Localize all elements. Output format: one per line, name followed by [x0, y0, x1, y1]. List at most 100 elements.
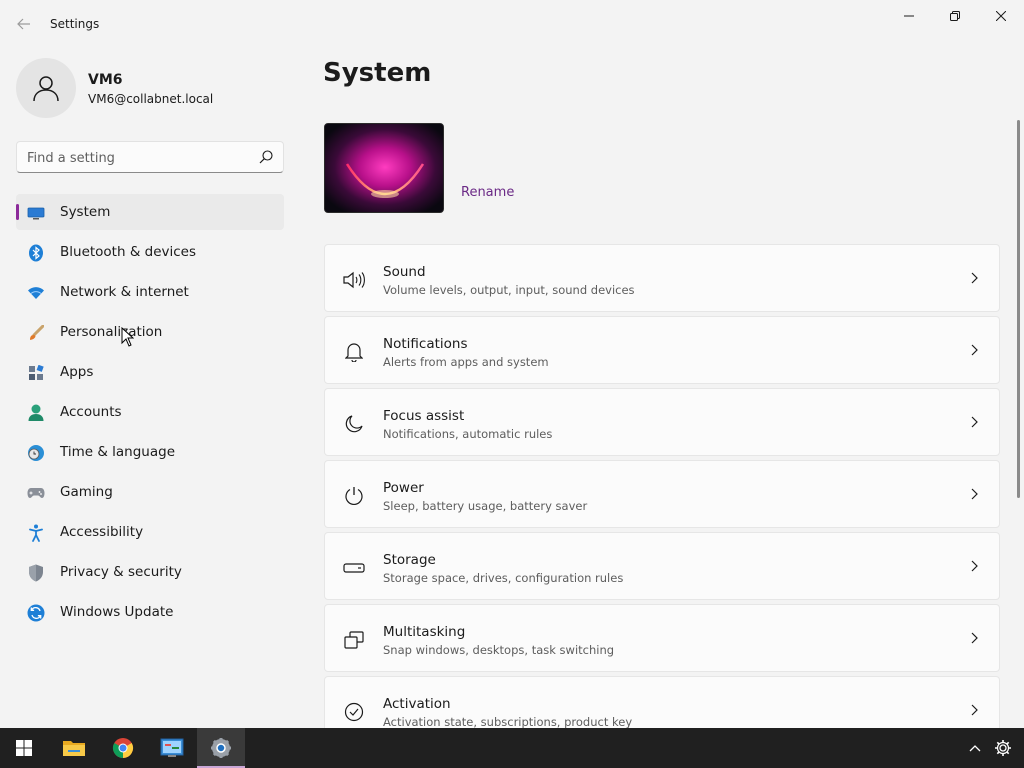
- search-icon: [259, 150, 273, 164]
- sidebar-item-accessibility[interactable]: Accessibility: [16, 514, 284, 550]
- sidebar-item-accounts[interactable]: Accounts: [16, 394, 284, 430]
- app-title: Settings: [50, 17, 100, 31]
- rename-link[interactable]: Rename: [461, 185, 514, 200]
- card-subtitle: Storage space, drives, configuration rul…: [383, 571, 624, 585]
- multitasking-icon: [343, 629, 365, 651]
- card-subtitle: Volume levels, output, input, sound devi…: [383, 283, 635, 297]
- account-name: VM6: [88, 72, 123, 88]
- sidebar-item-label: Accounts: [60, 404, 122, 420]
- card-storage[interactable]: Storage Storage space, drives, configura…: [324, 532, 1000, 600]
- accessibility-icon: [27, 524, 45, 542]
- back-arrow-icon: [17, 18, 30, 30]
- sidebar-item-time-language[interactable]: Time & language: [16, 434, 284, 470]
- card-title: Multitasking: [383, 624, 466, 640]
- taskbar-chrome[interactable]: [99, 728, 147, 768]
- card-title: Notifications: [383, 336, 468, 352]
- user-icon: [33, 76, 59, 102]
- bell-icon: [343, 341, 365, 363]
- windows-start-icon: [16, 740, 32, 756]
- taskbar: [0, 728, 1024, 768]
- device-wallpaper-image: [324, 123, 444, 213]
- maximize-button[interactable]: [932, 0, 978, 32]
- close-icon: [996, 11, 1006, 21]
- card-subtitle: Activation state, subscriptions, product…: [383, 715, 633, 728]
- wifi-icon: [27, 284, 45, 302]
- start-button[interactable]: [0, 728, 48, 768]
- show-hidden-icons-button[interactable]: [961, 728, 989, 768]
- card-title: Focus assist: [383, 408, 465, 424]
- mouse-cursor-icon: [121, 327, 134, 347]
- power-icon: [343, 485, 365, 507]
- settings-window: Settings VM6 VM6@collabnet.local System: [0, 0, 1024, 728]
- card-subtitle: Snap windows, desktops, task switching: [383, 643, 615, 657]
- gamepad-icon: [27, 484, 45, 502]
- settings-cards: Sound Volume levels, output, input, soun…: [324, 244, 1000, 728]
- search-box[interactable]: [16, 141, 284, 173]
- content-scrollbar[interactable]: [1017, 120, 1020, 498]
- sidebar-item-label: Apps: [60, 364, 94, 380]
- chevron-right-icon: [971, 560, 978, 572]
- card-title: Power: [383, 480, 424, 496]
- sidebar-item-windows-update[interactable]: Windows Update: [16, 594, 284, 630]
- close-button[interactable]: [978, 0, 1024, 32]
- sidebar-item-label: Bluetooth & devices: [60, 244, 197, 260]
- chevron-right-icon: [971, 488, 978, 500]
- update-icon: [27, 604, 45, 622]
- sidebar-item-label: Network & internet: [60, 284, 189, 300]
- card-sound[interactable]: Sound Volume levels, output, input, soun…: [324, 244, 1000, 312]
- apps-icon: [27, 364, 45, 382]
- paintbrush-icon: [27, 324, 45, 342]
- card-power[interactable]: Power Sleep, battery usage, battery save…: [324, 460, 1000, 528]
- bluetooth-icon: [27, 244, 45, 262]
- taskbar-settings[interactable]: [197, 728, 245, 768]
- card-title: Sound: [383, 264, 426, 280]
- card-subtitle: Notifications, automatic rules: [383, 427, 553, 441]
- sidebar-item-label: Personalization: [60, 324, 163, 340]
- card-multitasking[interactable]: Multitasking Snap windows, desktops, tas…: [324, 604, 1000, 672]
- sidebar-item-label: Privacy & security: [60, 564, 182, 580]
- chevron-right-icon: [971, 344, 978, 356]
- taskbar-control-panel[interactable]: [148, 728, 196, 768]
- moon-icon: [343, 413, 365, 435]
- search-input[interactable]: [27, 148, 247, 168]
- minimize-button[interactable]: [886, 0, 932, 32]
- accounts-icon: [27, 404, 45, 422]
- sidebar-item-label: Accessibility: [60, 524, 144, 540]
- file-explorer-icon: [63, 741, 85, 756]
- check-circle-icon: [343, 701, 365, 723]
- card-subtitle: Sleep, battery usage, battery saver: [383, 499, 588, 513]
- sidebar-item-system[interactable]: System: [16, 194, 284, 230]
- page-title: System: [323, 58, 432, 88]
- tray-settings-button[interactable]: [989, 728, 1017, 768]
- sidebar-item-label: Gaming: [60, 484, 113, 500]
- card-focus-assist[interactable]: Focus assist Notifications, automatic ru…: [324, 388, 1000, 456]
- clock-globe-icon: [27, 444, 45, 462]
- minimize-icon: [904, 15, 914, 17]
- system-icon: [27, 204, 45, 222]
- sidebar-item-label: Time & language: [60, 444, 176, 460]
- card-activation[interactable]: Activation Activation state, subscriptio…: [324, 676, 1000, 728]
- avatar: [16, 58, 76, 118]
- restore-icon: [950, 11, 960, 21]
- sidebar-item-apps[interactable]: Apps: [16, 354, 284, 390]
- sidebar-item-personalization[interactable]: Personalization: [16, 314, 284, 350]
- sidebar-item-label: System: [60, 204, 111, 220]
- drive-icon: [343, 557, 365, 579]
- sidebar-item-bluetooth[interactable]: Bluetooth & devices: [16, 234, 284, 270]
- account-header[interactable]: VM6 VM6@collabnet.local: [16, 58, 286, 118]
- card-title: Activation: [383, 696, 451, 712]
- chrome-icon: [112, 738, 134, 759]
- sidebar-item-privacy[interactable]: Privacy & security: [16, 554, 284, 590]
- chevron-right-icon: [971, 632, 978, 644]
- sidebar-item-gaming[interactable]: Gaming: [16, 474, 284, 510]
- sidebar-item-label: Windows Update: [60, 604, 174, 620]
- card-notifications[interactable]: Notifications Alerts from apps and syste…: [324, 316, 1000, 384]
- settings-icon: [211, 738, 231, 758]
- taskbar-file-explorer[interactable]: [50, 728, 98, 768]
- gear-icon: [995, 740, 1011, 756]
- sidebar-item-network[interactable]: Network & internet: [16, 274, 284, 310]
- chevron-right-icon: [971, 272, 978, 284]
- back-button[interactable]: [10, 10, 38, 38]
- chevron-up-icon: [969, 745, 981, 752]
- speaker-icon: [343, 269, 365, 291]
